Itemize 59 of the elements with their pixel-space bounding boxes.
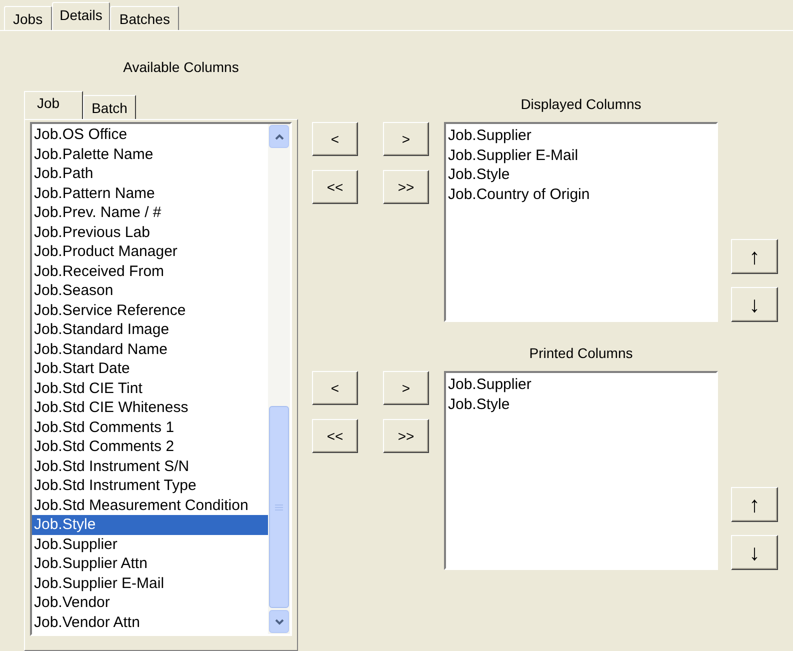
move-button[interactable]: ↑: [731, 487, 778, 522]
list-item[interactable]: Job.Std Comments 2: [32, 437, 268, 456]
tab[interactable]: Job: [24, 91, 83, 119]
list-item[interactable]: Job.Supplier E-Mail: [448, 146, 716, 165]
transfer-button[interactable]: >: [383, 122, 429, 156]
list-item[interactable]: Job.Style: [448, 394, 716, 414]
list-item[interactable]: Job.Palette Name: [32, 144, 268, 164]
list-item[interactable]: Job.Country of Origin: [448, 184, 716, 204]
list-item[interactable]: Job.Prev. Name / #: [32, 203, 268, 222]
section-label: Printed Columns: [528, 344, 634, 363]
scrollbar[interactable]: [268, 124, 290, 634]
available-columns-label: Available Columns: [122, 58, 240, 77]
list-item[interactable]: Job.Std CIE Whiteness: [32, 398, 268, 418]
list-item[interactable]: Job.Vendor Attn: [32, 612, 268, 632]
list-item[interactable]: Job.Vendor: [32, 593, 268, 612]
list-item[interactable]: Job.Std Comments 1: [32, 418, 268, 437]
list-item[interactable]: Job.Supplier E-Mail: [32, 574, 268, 593]
scroll-down-button[interactable]: [269, 610, 289, 633]
list-item[interactable]: Job.Pattern Name: [32, 184, 268, 203]
tab[interactable]: Batches: [110, 6, 179, 30]
transfer-button[interactable]: >: [383, 371, 429, 405]
grip-icon: [275, 504, 283, 510]
scroll-up-button[interactable]: [269, 125, 289, 148]
list-item[interactable]: Job.Season: [32, 281, 268, 300]
list-item[interactable]: Job.Service Reference: [32, 300, 268, 320]
list-item[interactable]: Job.Standard Name: [32, 340, 268, 359]
scroll-thumb[interactable]: [269, 406, 289, 608]
list-item[interactable]: Job.Start Date: [32, 359, 268, 378]
chevron-up-icon: [274, 134, 284, 140]
transfer-button[interactable]: <<: [312, 170, 358, 204]
list-item[interactable]: Job.Product Manager: [32, 242, 268, 262]
list-item[interactable]: Job.Style: [448, 165, 716, 184]
list-item[interactable]: Job.OS Office: [32, 125, 268, 144]
list-item[interactable]: Job.Standard Image: [32, 320, 268, 340]
list-item[interactable]: Job.Std Instrument Type: [32, 476, 268, 496]
tab[interactable]: Jobs: [4, 6, 52, 30]
tab[interactable]: Batch: [82, 95, 136, 119]
move-button[interactable]: ↓: [731, 287, 778, 322]
list-item[interactable]: Job.Path: [32, 164, 268, 184]
section-label: Displayed Columns: [520, 95, 642, 114]
transfer-button[interactable]: >>: [383, 170, 429, 204]
list-item[interactable]: Job.Std Measurement Condition: [32, 496, 268, 515]
list-item[interactable]: Job.Style: [32, 515, 268, 534]
transfer-button[interactable]: >>: [383, 419, 429, 453]
transfer-button[interactable]: <: [312, 371, 358, 405]
list-item[interactable]: Job.Std CIE Tint: [32, 378, 268, 398]
move-button[interactable]: ↓: [731, 535, 778, 570]
tab[interactable]: Details: [52, 2, 110, 30]
list-item[interactable]: Job.Received From: [32, 262, 268, 281]
list-item[interactable]: Job.Supplier: [448, 126, 716, 146]
list-item[interactable]: Job.Supplier: [448, 375, 716, 394]
list-item[interactable]: Job.Std Instrument S/N: [32, 456, 268, 476]
move-button[interactable]: ↑: [731, 239, 778, 274]
transfer-button[interactable]: <: [312, 122, 358, 156]
list-item[interactable]: Job.Supplier Attn: [32, 554, 268, 574]
transfer-button[interactable]: <<: [312, 419, 358, 453]
chevron-down-icon: [274, 618, 284, 624]
list-item[interactable]: Job.Supplier: [32, 534, 268, 554]
list-item[interactable]: Job.Previous Lab: [32, 222, 268, 242]
